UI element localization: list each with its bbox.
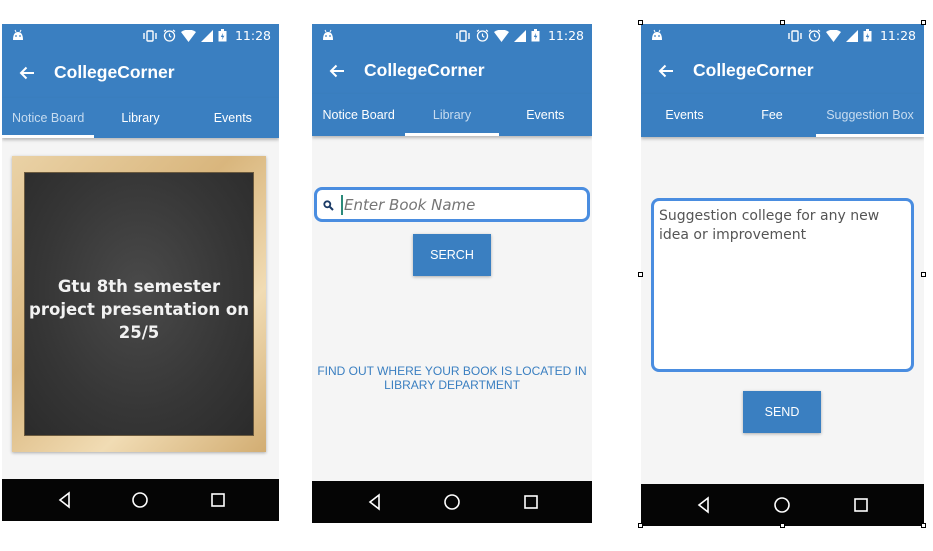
tab-label: Fee bbox=[761, 108, 783, 122]
android-icon bbox=[13, 29, 23, 40]
tab-fee[interactable]: Fee bbox=[728, 94, 816, 137]
wifi-icon bbox=[825, 29, 841, 42]
vibrate-icon bbox=[456, 29, 470, 42]
signal-icon bbox=[845, 29, 858, 42]
app-bar: CollegeCorner bbox=[641, 48, 924, 94]
resize-handle-middle-right[interactable] bbox=[921, 272, 926, 277]
nav-home-icon[interactable] bbox=[130, 490, 150, 510]
tab-suggestion-box[interactable]: Suggestion Box bbox=[816, 94, 924, 137]
battery-icon bbox=[863, 29, 872, 42]
search-button-label: SERCH bbox=[430, 248, 474, 262]
tab-bar: Notice Board Library Events bbox=[2, 98, 279, 138]
notice-text: Gtu 8th semester project presentation on… bbox=[29, 276, 249, 342]
app-bar: CollegeCorner bbox=[312, 48, 592, 94]
book-name-input[interactable] bbox=[344, 193, 574, 217]
tab-library[interactable]: Library bbox=[405, 94, 499, 136]
tab-label: Suggestion Box bbox=[826, 108, 914, 122]
tab-indicator bbox=[2, 135, 95, 138]
nav-back-icon[interactable] bbox=[365, 492, 385, 512]
status-time: 11:28 bbox=[879, 28, 916, 43]
vibrate-icon bbox=[788, 29, 802, 42]
send-button[interactable]: SEND bbox=[743, 391, 821, 433]
navigation-bar bbox=[2, 479, 279, 521]
wifi-icon bbox=[180, 29, 196, 42]
info-line-1: FIND OUT WHERE YOUR BOOK IS LOCATED IN bbox=[317, 364, 587, 378]
android-icon bbox=[323, 29, 333, 40]
vibrate-icon bbox=[143, 29, 157, 42]
resize-handle-middle-left[interactable] bbox=[638, 272, 643, 277]
status-time: 11:28 bbox=[547, 28, 584, 43]
info-line-2: LIBRARY DEPARTMENT bbox=[384, 378, 520, 392]
suggestion-textarea[interactable]: Suggestion college for any new idea or i… bbox=[651, 198, 914, 372]
tab-label: Events bbox=[665, 108, 704, 122]
nav-home-icon[interactable] bbox=[772, 495, 792, 515]
battery-icon bbox=[531, 29, 540, 42]
signal-icon bbox=[513, 29, 526, 42]
tab-label: Library bbox=[432, 108, 472, 122]
navigation-bar bbox=[641, 484, 924, 526]
wifi-icon bbox=[493, 29, 509, 42]
tab-label: Library bbox=[121, 111, 160, 125]
app-title: CollegeCorner bbox=[364, 60, 485, 80]
alarm-icon bbox=[163, 29, 176, 42]
tab-events[interactable]: Events bbox=[187, 98, 279, 138]
app-bar: CollegeCorner bbox=[2, 48, 279, 98]
status-time: 11:28 bbox=[234, 28, 271, 43]
phone-screen-notice-board: 11:28 CollegeCorner Notice Board Library… bbox=[2, 24, 279, 521]
tab-label: Notice Board bbox=[12, 111, 85, 125]
resize-handle-top-center[interactable] bbox=[780, 20, 785, 25]
app-title: CollegeCorner bbox=[693, 60, 814, 80]
alarm-icon bbox=[808, 29, 821, 42]
tab-notice-board[interactable]: Notice Board bbox=[2, 98, 95, 138]
status-bar: 11:28 bbox=[641, 24, 924, 48]
chalkboard-surface: Gtu 8th semester project presentation on… bbox=[24, 172, 254, 436]
resize-handle-bottom-left[interactable] bbox=[638, 523, 643, 528]
search-button[interactable]: SERCH bbox=[413, 234, 491, 276]
tab-notice-board[interactable]: Notice Board bbox=[312, 94, 405, 136]
text-cursor bbox=[341, 195, 343, 215]
alarm-icon bbox=[476, 29, 489, 42]
tab-events[interactable]: Events bbox=[641, 94, 728, 137]
signal-icon bbox=[200, 29, 213, 42]
nav-back-icon[interactable] bbox=[694, 495, 714, 515]
back-arrow-icon[interactable] bbox=[656, 61, 676, 81]
resize-handle-bottom-center[interactable] bbox=[780, 523, 785, 528]
suggestion-line-2: idea or improvement bbox=[659, 227, 807, 243]
back-arrow-icon[interactable] bbox=[327, 61, 347, 81]
tab-indicator bbox=[816, 134, 924, 137]
navigation-bar bbox=[312, 481, 592, 523]
tab-bar: Notice Board Library Events bbox=[312, 94, 592, 136]
resize-handle-bottom-right[interactable] bbox=[921, 523, 926, 528]
search-icon bbox=[323, 200, 334, 211]
nav-back-icon[interactable] bbox=[55, 490, 75, 510]
battery-icon bbox=[218, 29, 227, 42]
tab-indicator bbox=[405, 133, 499, 136]
book-search-field[interactable] bbox=[314, 187, 590, 222]
send-button-label: SEND bbox=[764, 405, 800, 419]
suggestion-line-1: Suggestion college for any new bbox=[659, 208, 880, 224]
phone-screen-suggestion-box: 11:28 CollegeCorner Events Fee Suggestio… bbox=[641, 24, 924, 526]
tab-events[interactable]: Events bbox=[499, 94, 592, 136]
status-bar: 11:28 bbox=[312, 24, 592, 48]
tab-label: Events bbox=[213, 111, 252, 125]
nav-recents-icon[interactable] bbox=[851, 495, 871, 515]
android-icon bbox=[652, 29, 662, 40]
nav-recents-icon[interactable] bbox=[208, 490, 228, 510]
tab-library[interactable]: Library bbox=[94, 98, 186, 138]
app-title: CollegeCorner bbox=[54, 62, 175, 82]
back-arrow-icon[interactable] bbox=[17, 63, 37, 83]
library-info-text: FIND OUT WHERE YOUR BOOK IS LOCATED IN L… bbox=[312, 364, 592, 392]
notice-blackboard: Gtu 8th semester project presentation on… bbox=[12, 156, 266, 452]
tab-label: Notice Board bbox=[322, 108, 395, 122]
status-bar: 11:28 bbox=[2, 24, 279, 48]
resize-handle-top-left[interactable] bbox=[638, 20, 643, 25]
tab-label: Events bbox=[526, 108, 565, 122]
tab-bar: Events Fee Suggestion Box bbox=[641, 94, 924, 137]
nav-home-icon[interactable] bbox=[442, 492, 462, 512]
nav-recents-icon[interactable] bbox=[521, 492, 541, 512]
resize-handle-top-right[interactable] bbox=[921, 20, 926, 25]
phone-screen-library: 11:28 CollegeCorner Notice Board Library… bbox=[312, 24, 592, 523]
